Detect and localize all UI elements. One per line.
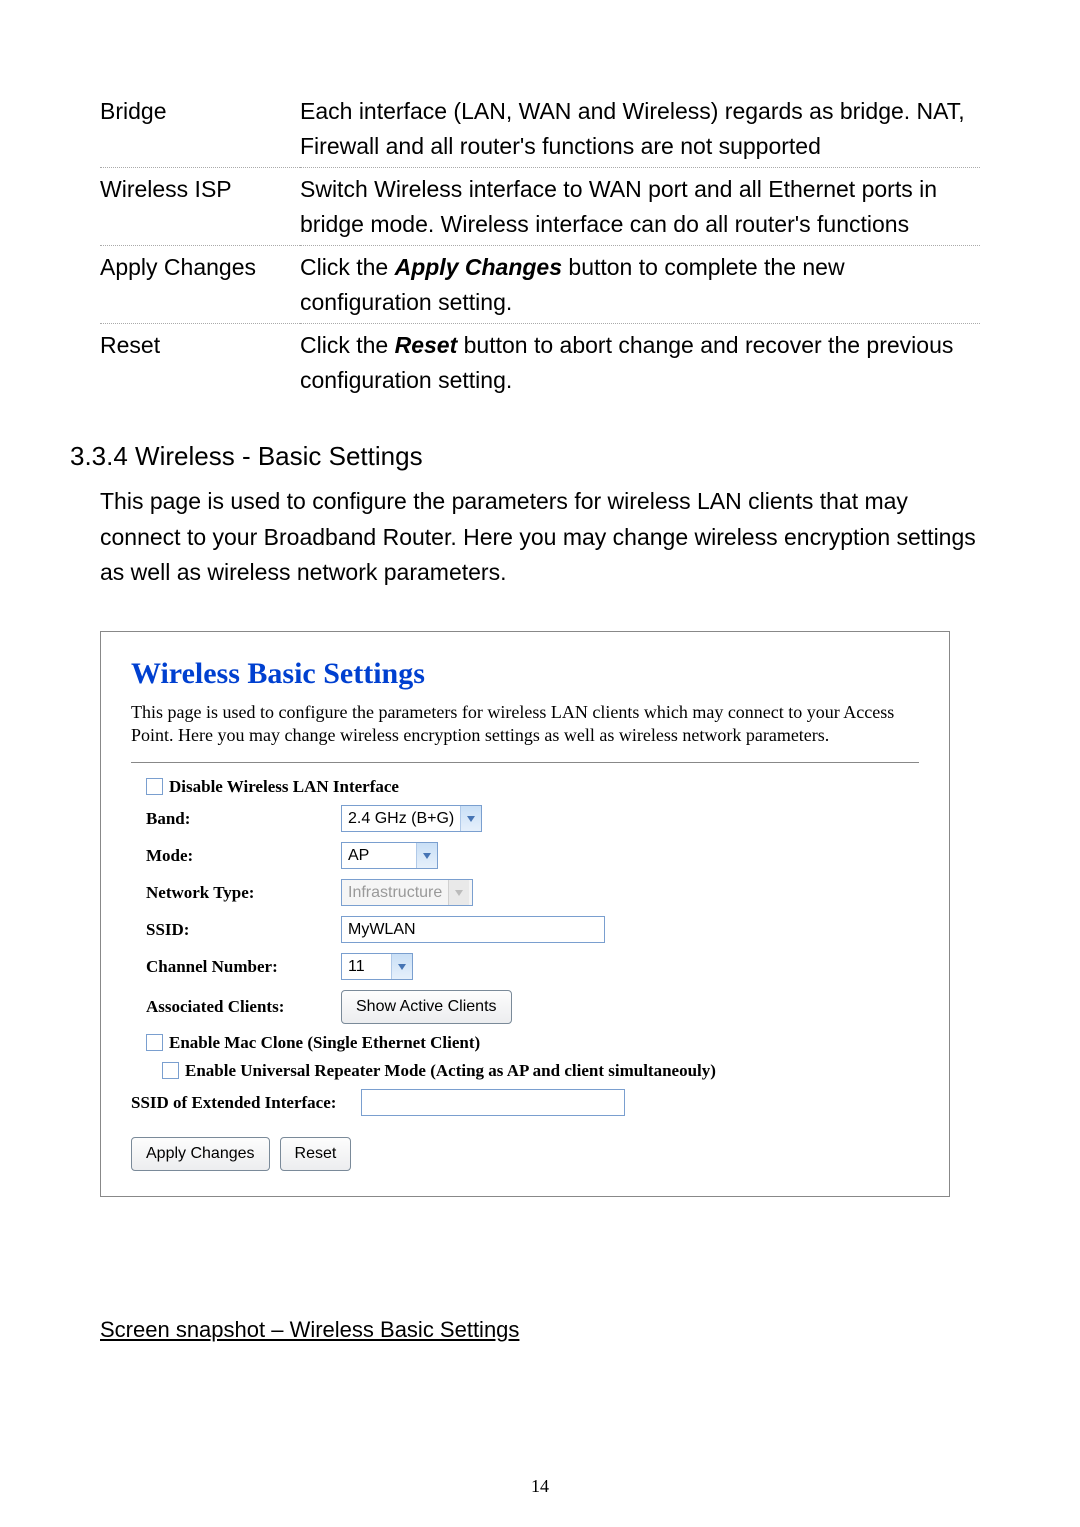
apply-changes-button[interactable]: Apply Changes <box>131 1137 270 1171</box>
nettype-label: Network Type: <box>146 883 341 903</box>
disable-wlan-label: Disable Wireless LAN Interface <box>169 777 399 797</box>
term-bridge: Bridge <box>100 90 300 168</box>
chevron-down-icon <box>460 806 481 831</box>
univ-repeater-label: Enable Universal Repeater Mode (Acting a… <box>185 1061 716 1081</box>
panel-title: Wireless Basic Settings <box>131 657 919 691</box>
mac-clone-checkbox[interactable] <box>146 1034 163 1051</box>
reset-button[interactable]: Reset <box>280 1137 352 1171</box>
disable-wlan-checkbox[interactable] <box>146 778 163 795</box>
nettype-value: Infrastructure <box>342 880 448 905</box>
section-intro: This page is used to configure the param… <box>100 484 980 591</box>
show-active-clients-button[interactable]: Show Active Clients <box>341 990 512 1024</box>
desc-bold: Apply Changes <box>395 254 562 280</box>
ssid-input[interactable] <box>341 916 605 943</box>
divider <box>131 762 919 763</box>
disable-wlan-row: Disable Wireless LAN Interface <box>146 777 919 797</box>
term-wireless-isp: Wireless ISP <box>100 168 300 246</box>
snapshot-caption: Screen snapshot – Wireless Basic Setting… <box>100 1317 980 1343</box>
desc-apply-changes: Click the Apply Changes button to comple… <box>300 246 980 324</box>
band-label: Band: <box>146 809 341 829</box>
univ-repeater-checkbox[interactable] <box>162 1062 179 1079</box>
section-heading: 3.3.4 Wireless - Basic Settings <box>70 441 980 472</box>
desc-reset: Click the Reset button to abort change a… <box>300 324 980 402</box>
band-dropdown[interactable]: 2.4 GHz (B+G) <box>341 805 482 832</box>
desc-pre: Click the <box>300 254 395 280</box>
desc-bridge: Each interface (LAN, WAN and Wireless) r… <box>300 90 980 168</box>
mode-dropdown[interactable]: AP <box>341 842 438 869</box>
channel-dropdown[interactable]: 11 <box>341 953 413 980</box>
term-apply-changes: Apply Changes <box>100 246 300 324</box>
chevron-down-icon <box>416 843 437 868</box>
desc-bold: Reset <box>395 332 458 358</box>
ext-ssid-label: SSID of Extended Interface: <box>131 1093 361 1113</box>
chevron-down-icon <box>448 880 469 905</box>
chevron-down-icon <box>391 954 412 979</box>
term-reset: Reset <box>100 324 300 402</box>
desc-pre: Click the <box>300 332 395 358</box>
nettype-dropdown: Infrastructure <box>341 879 473 906</box>
channel-value: 11 <box>342 954 391 979</box>
panel-desc: This page is used to configure the param… <box>131 701 919 748</box>
page-number: 14 <box>0 1476 1080 1497</box>
assoc-label: Associated Clients: <box>146 997 341 1017</box>
ssid-label: SSID: <box>146 920 341 940</box>
mode-label: Mode: <box>146 846 341 866</box>
channel-label: Channel Number: <box>146 957 341 977</box>
mode-value: AP <box>342 843 416 868</box>
desc-wireless-isp: Switch Wireless interface to WAN port an… <box>300 168 980 246</box>
band-value: 2.4 GHz (B+G) <box>342 806 460 831</box>
definition-table: Bridge Each interface (LAN, WAN and Wire… <box>100 90 980 401</box>
ext-ssid-input[interactable] <box>361 1089 625 1116</box>
settings-panel: Wireless Basic Settings This page is use… <box>100 631 950 1197</box>
mac-clone-label: Enable Mac Clone (Single Ethernet Client… <box>169 1033 480 1053</box>
mac-clone-row: Enable Mac Clone (Single Ethernet Client… <box>146 1033 919 1053</box>
univ-repeater-row: Enable Universal Repeater Mode (Acting a… <box>146 1061 919 1081</box>
